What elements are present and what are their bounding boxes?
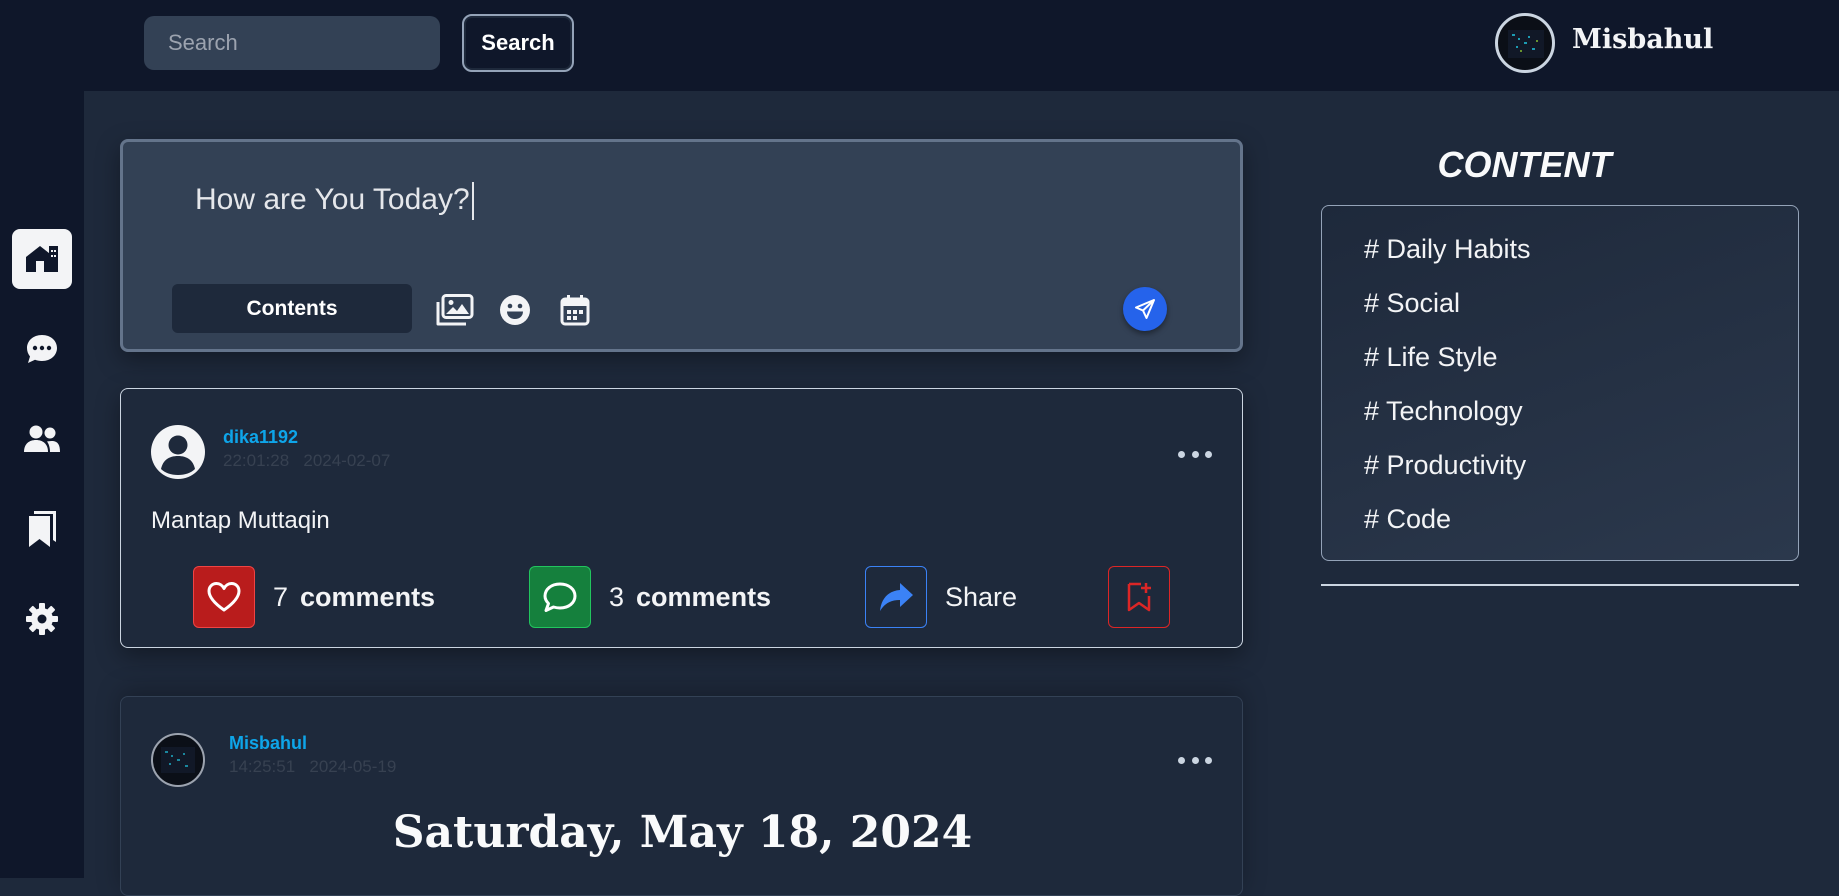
add-date-button[interactable] (555, 290, 595, 330)
topic-link[interactable]: # Productivity (1364, 450, 1526, 481)
post-date: 2024-02-07 (303, 451, 391, 470)
post-heading: Saturday, May 18, 2024 (392, 807, 973, 858)
avatar[interactable] (1495, 13, 1555, 73)
comment-icon (543, 582, 577, 612)
add-emoji-button[interactable] (495, 290, 535, 330)
bookmark-add-icon (1127, 582, 1151, 612)
composer-input[interactable]: How are You Today? (195, 182, 474, 220)
post-composer: How are You Today? Contents (120, 139, 1243, 352)
sidebar-item-home[interactable] (12, 229, 72, 289)
share-icon (880, 583, 913, 611)
profile-name[interactable]: Misbahul (1572, 24, 1713, 55)
more-options-icon[interactable] (1178, 757, 1212, 765)
heart-icon (207, 582, 241, 612)
comment-count: 3 (609, 582, 625, 612)
sidebar-item-settings[interactable] (12, 589, 72, 649)
comment-label: comments (636, 582, 772, 612)
chat-icon (27, 335, 57, 363)
share-button[interactable] (865, 566, 927, 628)
comment-count-label: 3 comments (609, 582, 771, 613)
search-button[interactable]: Search (462, 14, 574, 72)
gear-icon (26, 603, 58, 635)
share-label[interactable]: Share (945, 582, 1017, 613)
content-panel: # Daily Habits # Social # Life Style # T… (1321, 205, 1799, 561)
top-bar: Search Misbahul (0, 0, 1839, 91)
post-card: Misbahul 14:25:51 2024-05-19 Saturday, M… (120, 696, 1243, 896)
images-icon (436, 294, 474, 326)
emoji-icon (500, 295, 530, 325)
add-image-button[interactable] (435, 290, 475, 330)
home-icon (26, 246, 58, 272)
comment-button[interactable] (529, 566, 591, 628)
divider (1321, 584, 1799, 586)
save-post-button[interactable] (1108, 566, 1170, 628)
like-label: comments (300, 582, 436, 612)
calendar-icon (560, 295, 590, 326)
topic-link[interactable]: # Daily Habits (1364, 234, 1531, 265)
like-count-label: 7 comments (273, 582, 435, 613)
avatar[interactable] (151, 733, 205, 787)
bookmarks-icon (29, 511, 56, 547)
sidebar (0, 91, 84, 878)
contents-button[interactable]: Contents (172, 284, 412, 333)
more-options-icon[interactable] (1178, 451, 1212, 459)
sidebar-item-friends[interactable] (12, 409, 72, 469)
post-timestamp: 14:25:51 2024-05-19 (229, 757, 396, 777)
post-text: Mantap Muttaqin (151, 507, 330, 534)
post-date: 2024-05-19 (309, 757, 397, 776)
topic-link[interactable]: # Social (1364, 288, 1460, 319)
content-panel-title: CONTENT (1437, 144, 1612, 185)
post-time: 14:25:51 (229, 757, 296, 776)
topic-link[interactable]: # Code (1364, 504, 1451, 535)
topic-link[interactable]: # Life Style (1364, 342, 1498, 373)
post-timestamp: 22:01:28 2024-02-07 (223, 451, 390, 471)
send-button[interactable] (1123, 287, 1167, 331)
text-caret (471, 182, 474, 220)
post-username[interactable]: dika1192 (223, 427, 298, 448)
post-time: 22:01:28 (223, 451, 290, 470)
like-count: 7 (273, 582, 289, 612)
post-card: dika1192 22:01:28 2024-02-07 Mantap Mutt… (120, 388, 1243, 648)
like-button[interactable] (193, 566, 255, 628)
sidebar-item-bookmarks[interactable] (12, 499, 72, 559)
send-icon (1135, 299, 1155, 319)
topic-link[interactable]: # Technology (1364, 396, 1523, 427)
users-icon (24, 425, 60, 452)
search-input[interactable] (144, 16, 440, 70)
composer-text: How are You Today? (195, 182, 470, 216)
user-avatar-icon[interactable] (151, 425, 205, 479)
sidebar-item-chat[interactable] (12, 319, 72, 379)
post-username[interactable]: Misbahul (229, 733, 307, 754)
